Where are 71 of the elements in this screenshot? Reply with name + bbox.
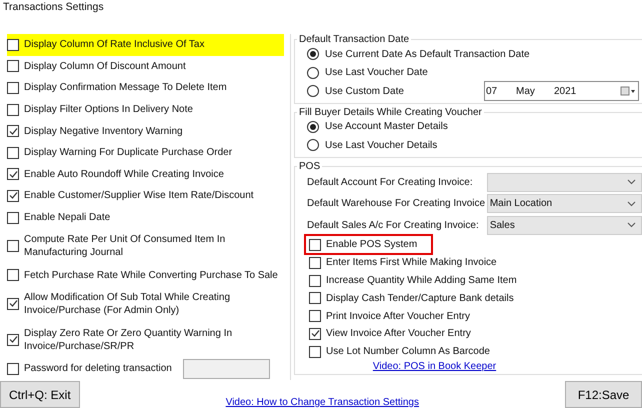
option-label: View Invoice After Voucher Entry (326, 327, 471, 340)
checkbox[interactable] (309, 310, 321, 322)
option-label: Enable Customer/Supplier Wise Item Rate/Discount (24, 189, 254, 202)
checkbox[interactable] (7, 298, 19, 310)
checkbox[interactable] (7, 269, 19, 282)
checkbox[interactable] (7, 168, 19, 180)
option-label: Display Filter Options In Delivery Note (24, 103, 193, 116)
checkbox[interactable] (309, 274, 321, 286)
dropdown[interactable]: Sales (486, 216, 642, 235)
checkbox[interactable] (7, 190, 19, 202)
option-label: Increase Quantity While Adding Same Item (326, 274, 517, 287)
checkbox[interactable] (7, 334, 19, 346)
checkbox[interactable] (7, 104, 19, 116)
option-label: Use Lot Number Column As Barcode (326, 345, 490, 358)
option-label: Compute Rate Per Unit Of Consumed Item In Manufacturing Journal (24, 233, 226, 260)
option-label: Display Zero Rate Or Zero Quantity Warning In Invoice/Purchase/SR/PR (24, 326, 234, 353)
password-field[interactable] (182, 358, 270, 379)
group-title: POS (298, 160, 322, 172)
option-label: Print Invoice After Voucher Entry (326, 310, 470, 323)
radio-button[interactable] (307, 85, 319, 98)
date-picker[interactable]: 07 May 2021 (484, 81, 639, 102)
option-label: Allow Modification Of Sub Total While Creating Invoice/Purchase (For Admin Only) (24, 290, 232, 317)
video-link[interactable]: Video: POS in Book Keeper (372, 360, 496, 372)
option-label: Use Account Master Details (325, 120, 448, 134)
chevron-down-icon (627, 179, 636, 186)
radio-button[interactable] (307, 66, 319, 79)
group-title: Default Transaction Date (298, 34, 410, 45)
option-label: Display Negative Inventory Warning (24, 124, 183, 138)
option-label: Use Current Date As Default Transaction Date (325, 48, 530, 61)
checkbox[interactable] (7, 240, 19, 252)
option-label: Display Cash Tender/Capture Bank details (326, 292, 514, 305)
checkbox[interactable] (7, 38, 19, 51)
radio-button[interactable] (307, 139, 319, 152)
chevron-down-icon (627, 222, 636, 228)
option-label: Enable Nepali Date (24, 211, 110, 224)
option-label: Use Custom Date (325, 84, 404, 98)
option-label: Use Last Voucher Details (325, 138, 438, 152)
checkbox[interactable] (309, 256, 321, 269)
dropdown[interactable]: Main Location (486, 194, 642, 214)
calendar-icon[interactable] (620, 86, 636, 96)
option-label: Display Column Of Rate Inclusive Of Tax (24, 38, 204, 52)
field-label: Default Warehouse For Creating Invoice (307, 197, 486, 210)
checkbox[interactable] (7, 362, 19, 375)
option-label: Enable Auto Roundoff While Creating Invoice (24, 168, 224, 181)
chevron-down-icon (627, 200, 636, 207)
option-label: Fetch Purchase Rate While Converting Purchase To Sale (24, 268, 278, 282)
option-label: Display Column Of Discount Amount (24, 60, 186, 73)
checkbox[interactable] (7, 212, 19, 224)
option-label: Use Last Voucher Date (325, 66, 428, 80)
exit-button[interactable]: Ctrl+Q: Exit (0, 381, 80, 408)
save-button[interactable]: F12:Save (565, 381, 642, 408)
checkbox[interactable] (7, 146, 19, 159)
checkbox[interactable] (309, 292, 321, 304)
field-label: Default Sales A/c For Creating Invoice: (307, 218, 480, 232)
checkbox[interactable] (309, 346, 321, 358)
radio-button[interactable] (307, 48, 319, 60)
option-label: Enable POS System (326, 238, 418, 252)
checkbox[interactable] (309, 328, 321, 340)
option-label: Display Warning For Duplicate Purchase Order (24, 146, 232, 160)
option-label: Password for deleting transaction (24, 362, 172, 376)
checkbox[interactable] (309, 238, 321, 251)
group-title: Fill Buyer Details While Creating Voucher (298, 106, 483, 118)
checkbox[interactable] (7, 82, 19, 94)
video-link[interactable]: Video: How to Change Transaction Settings (226, 397, 419, 408)
radio-button[interactable] (307, 120, 319, 133)
option-label: Display Confirmation Message To Delete Item (24, 81, 227, 94)
option-label: Enter Items First While Making Invoice (326, 256, 497, 270)
field-label: Default Account For Creating Invoice: (307, 176, 474, 189)
checkbox[interactable] (7, 60, 19, 72)
window-title: Transactions Settings (2, 0, 105, 15)
checkbox[interactable] (7, 125, 19, 138)
